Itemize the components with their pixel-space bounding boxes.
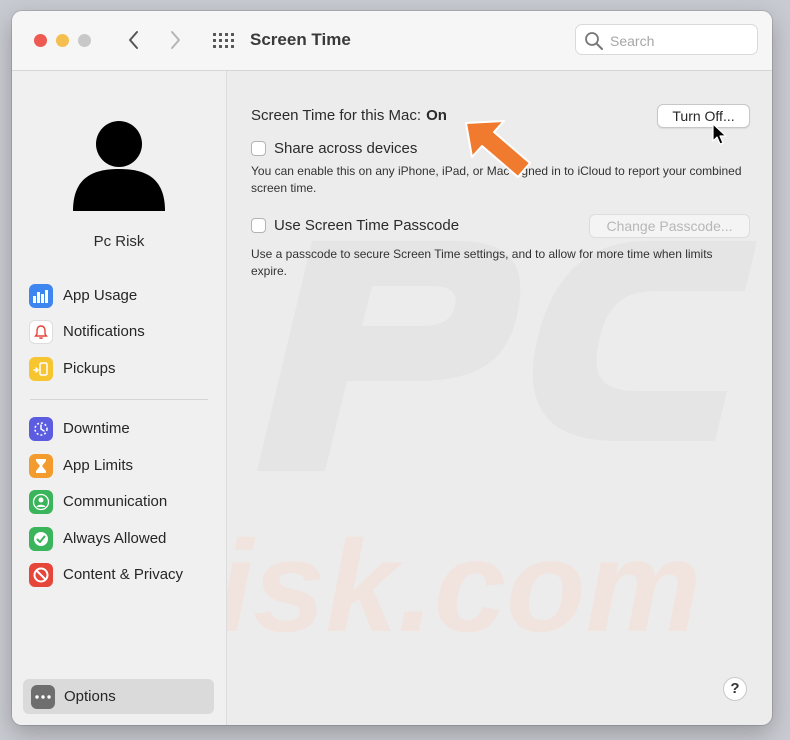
change-passcode-button[interactable]: Change Passcode... bbox=[589, 214, 750, 238]
share-across-devices-label: Share across devices bbox=[274, 140, 418, 157]
checkmark-icon bbox=[29, 527, 53, 551]
sidebar-item-label: Notifications bbox=[63, 323, 145, 340]
share-description: You can enable this on any iPhone, iPad,… bbox=[251, 164, 742, 195]
minimize-window-button[interactable] bbox=[56, 34, 69, 47]
sidebar-item-always-allowed[interactable]: Always Allowed bbox=[29, 524, 219, 554]
sidebar-item-label: Options bbox=[64, 688, 116, 705]
sidebar-item-pickups[interactable]: Pickups bbox=[29, 354, 219, 384]
user-avatar-icon[interactable] bbox=[69, 111, 169, 211]
screen-time-window: Screen Time Pc Risk App Usage Notific bbox=[12, 11, 772, 725]
sidebar-item-label: Content & Privacy bbox=[63, 566, 184, 583]
search-input[interactable] bbox=[608, 29, 752, 53]
sidebar-item-options[interactable]: Options bbox=[23, 679, 214, 714]
sidebar-item-downtime[interactable]: Downtime bbox=[29, 414, 219, 444]
sidebar-item-content-privacy[interactable]: Content & Privacy bbox=[29, 560, 219, 590]
person-circle-icon bbox=[29, 490, 53, 514]
user-name: Pc Risk bbox=[93, 233, 145, 250]
passcode-description: Use a passcode to secure Screen Time set… bbox=[251, 247, 713, 278]
sidebar-item-label: Always Allowed bbox=[63, 530, 167, 547]
screen-time-status: Screen Time for this Mac: On bbox=[251, 107, 447, 124]
hourglass-icon bbox=[29, 454, 53, 478]
bar-chart-icon bbox=[29, 284, 53, 308]
search-field[interactable] bbox=[575, 24, 758, 55]
turn-off-button[interactable]: Turn Off... bbox=[657, 104, 750, 128]
sidebar: Pc Risk App Usage Notifications Pickups bbox=[12, 71, 227, 725]
passcode-label: Use Screen Time Passcode bbox=[274, 217, 460, 234]
downtime-icon bbox=[29, 417, 53, 441]
sidebar-item-label: App Usage bbox=[63, 287, 138, 304]
more-icon bbox=[31, 685, 55, 709]
passcode-checkbox[interactable] bbox=[251, 218, 266, 233]
sidebar-item-label: Communication bbox=[63, 493, 168, 510]
back-button[interactable] bbox=[124, 29, 144, 51]
sidebar-item-label: App Limits bbox=[63, 457, 134, 474]
zoom-window-button[interactable] bbox=[78, 34, 91, 47]
help-button[interactable]: ? bbox=[723, 677, 747, 701]
main-pane: isk.com Screen Time for this Mac: On Turn… bbox=[227, 71, 772, 725]
status-value: On bbox=[426, 107, 447, 124]
title-bar: Screen Time bbox=[12, 11, 772, 71]
share-across-devices-checkbox[interactable] bbox=[251, 141, 266, 156]
forward-button[interactable] bbox=[165, 29, 185, 51]
chevron-left-icon bbox=[129, 31, 138, 49]
status-label: Screen Time for this Mac: bbox=[251, 107, 422, 124]
sidebar-item-app-usage[interactable]: App Usage bbox=[29, 281, 219, 311]
close-window-button[interactable] bbox=[34, 34, 47, 47]
sidebar-item-app-limits[interactable]: App Limits bbox=[29, 451, 219, 481]
sidebar-item-notifications[interactable]: Notifications bbox=[29, 317, 219, 347]
window-title: Screen Time bbox=[250, 30, 351, 49]
sidebar-item-communication[interactable]: Communication bbox=[29, 487, 219, 517]
sidebar-item-label: Downtime bbox=[63, 420, 130, 437]
sidebar-divider bbox=[30, 399, 208, 400]
bell-icon bbox=[29, 320, 53, 344]
svg-text:isk.com: isk.com bbox=[227, 513, 701, 659]
show-all-grid-icon[interactable] bbox=[212, 32, 234, 50]
search-icon bbox=[585, 32, 603, 50]
chevron-right-icon bbox=[171, 31, 180, 49]
no-entry-icon bbox=[29, 563, 53, 587]
sidebar-item-label: Pickups bbox=[63, 360, 116, 377]
phone-pickup-icon bbox=[29, 357, 53, 381]
